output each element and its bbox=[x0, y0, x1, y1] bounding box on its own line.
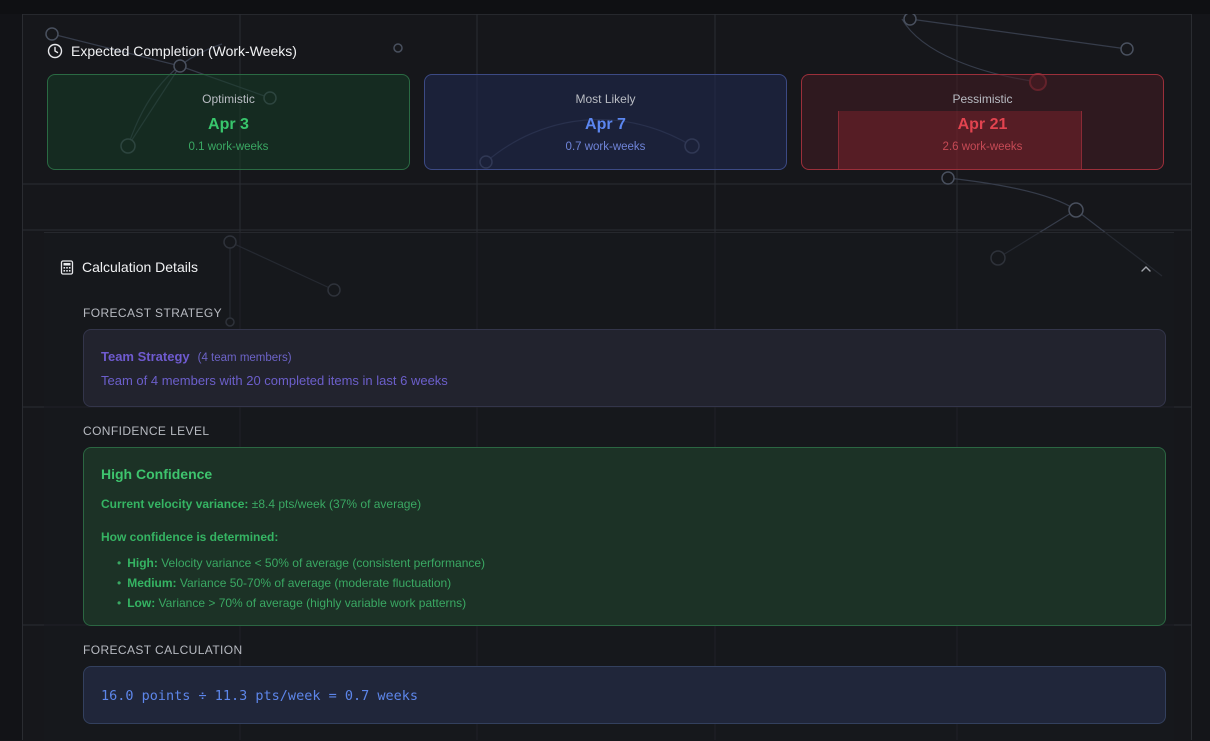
optimistic-date: Apr 3 bbox=[208, 116, 249, 133]
rule-text: Variance > 70% of average (highly variab… bbox=[158, 596, 467, 610]
left-rail bbox=[0, 14, 23, 740]
optimistic-weeks: 0.1 work-weeks bbox=[188, 141, 269, 153]
confidence-box: High Confidence Current velocity varianc… bbox=[83, 447, 1166, 626]
velocity-variance: Current velocity variance: ±8.4 pts/week… bbox=[101, 497, 421, 511]
calculation-box: 16.0 points ÷ 11.3 pts/week = 0.7 weeks bbox=[83, 666, 1166, 724]
strategy-name: Team Strategy bbox=[101, 349, 190, 364]
pessimistic-card: Pessimistic Apr 21 2.6 work-weeks bbox=[801, 74, 1164, 170]
strategy-name-row: Team Strategy (4 team members) bbox=[101, 349, 292, 364]
strategy-box: Team Strategy (4 team members) Team of 4 … bbox=[83, 329, 1166, 407]
chevron-up-icon bbox=[1141, 259, 1151, 277]
calculation-details-title: Calculation Details bbox=[82, 259, 198, 275]
confidence-title: High Confidence bbox=[101, 466, 213, 482]
right-scroll-rail[interactable] bbox=[1191, 14, 1210, 740]
collapse-details-button[interactable] bbox=[1136, 258, 1156, 278]
rule-text: Velocity variance < 50% of average (cons… bbox=[161, 556, 486, 570]
confidence-how-label: How confidence is determined: bbox=[101, 530, 279, 544]
most-likely-weeks: 0.7 work-weeks bbox=[565, 141, 646, 153]
strategy-description: Team of 4 members with 20 completed item… bbox=[101, 373, 448, 388]
most-likely-label: Most Likely bbox=[575, 92, 636, 106]
expected-completion-header: Expected Completion (Work-Weeks) bbox=[47, 43, 297, 59]
pessimistic-label: Pessimistic bbox=[952, 92, 1013, 106]
expected-completion-title: Expected Completion (Work-Weeks) bbox=[71, 43, 297, 59]
forecast-strategy-label: FORECAST STRATEGY bbox=[83, 306, 223, 320]
pessimistic-weeks: 2.6 work-weeks bbox=[942, 141, 1023, 153]
calculation-formula: 16.0 points ÷ 11.3 pts/week = 0.7 weeks bbox=[101, 688, 418, 704]
most-likely-date: Apr 7 bbox=[585, 116, 626, 133]
variance-value: ±8.4 pts/week (37% of average) bbox=[251, 497, 422, 511]
list-item: • Low: Variance > 70% of average (highly … bbox=[117, 596, 467, 610]
rule-text: Variance 50-70% of average (moderate flu… bbox=[179, 576, 452, 590]
confidence-rules-list: • High: Velocity variance < 50% of averag… bbox=[117, 553, 485, 613]
variance-label: Current velocity variance: bbox=[101, 497, 249, 511]
calculator-icon bbox=[60, 259, 74, 275]
optimistic-card: Optimistic Apr 3 0.1 work-weeks bbox=[47, 74, 410, 170]
rule-level: Medium: bbox=[127, 576, 177, 590]
clock-icon bbox=[47, 43, 63, 59]
optimistic-label: Optimistic bbox=[202, 92, 255, 106]
list-item: • High: Velocity variance < 50% of averag… bbox=[117, 556, 486, 570]
confidence-level-label: CONFIDENCE LEVEL bbox=[83, 424, 210, 438]
calculation-details-header[interactable]: Calculation Details bbox=[60, 259, 198, 275]
pessimistic-date: Apr 21 bbox=[957, 116, 1008, 133]
top-bar bbox=[0, 0, 1210, 15]
forecast-calculation-label: FORECAST CALCULATION bbox=[83, 643, 243, 657]
strategy-meta: (4 team members) bbox=[197, 352, 292, 364]
most-likely-card: Most Likely Apr 7 0.7 work-weeks bbox=[424, 74, 787, 170]
rule-level: Low: bbox=[127, 596, 156, 610]
list-item: • Medium: Variance 50-70% of average (mod… bbox=[117, 576, 452, 590]
rule-level: High: bbox=[127, 556, 158, 570]
